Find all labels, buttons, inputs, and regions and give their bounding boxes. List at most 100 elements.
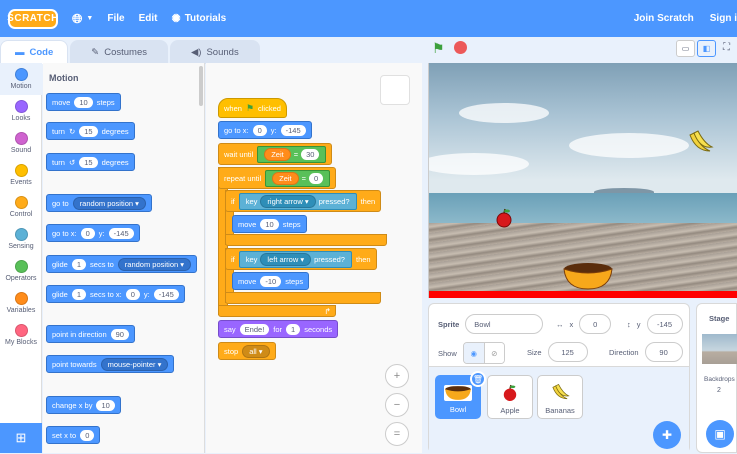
sprite-thumb-bananas[interactable]: Bananas xyxy=(537,375,583,419)
block-glide-xy[interactable]: glide 1 secs to x: 0 y: -145 xyxy=(46,285,185,303)
tab-code[interactable]: ▬ Code xyxy=(0,40,69,64)
category-control[interactable]: Control xyxy=(0,191,42,223)
block-input[interactable]: -10 xyxy=(260,275,282,287)
hide-button[interactable]: ⊘ xyxy=(483,343,504,363)
block-input[interactable]: 0 xyxy=(80,227,95,239)
block-if-left[interactable]: if key left arrow ▾ pressed? then xyxy=(225,248,377,270)
block-turn-right[interactable]: turn ↻ 15 degrees xyxy=(46,122,135,140)
block-go-to-xy-script[interactable]: go to x: 0 y: -145 xyxy=(218,121,312,139)
scratch-logo[interactable]: SCRATCH xyxy=(7,8,58,29)
zoom-out-button[interactable]: − xyxy=(385,393,409,417)
block-input[interactable]: 15 xyxy=(79,125,98,137)
category-my-blocks[interactable]: My Blocks xyxy=(0,319,42,351)
y-position-input[interactable]: -145 xyxy=(646,314,683,334)
category-sensing[interactable]: Sensing xyxy=(0,223,42,255)
block-input[interactable]: 15 xyxy=(79,156,98,168)
block-stop[interactable]: stop all ▾ xyxy=(218,342,276,360)
add-sprite-button[interactable]: ✚ xyxy=(653,421,681,449)
size-input[interactable]: 125 xyxy=(547,342,588,362)
edit-menu[interactable]: Edit xyxy=(139,13,158,24)
block-equals-operator[interactable]: Zeit = 0 xyxy=(265,169,331,187)
stage-canvas[interactable] xyxy=(428,63,737,298)
block-move[interactable]: move 10 steps xyxy=(46,93,121,111)
block-dropdown[interactable]: right arrow ▾ xyxy=(260,194,316,208)
tab-sounds[interactable]: ◀) Sounds xyxy=(169,40,260,64)
block-repeat-until[interactable]: repeat until Zeit = 0 xyxy=(218,167,337,189)
add-backdrop-button[interactable]: ▣ xyxy=(706,420,734,448)
language-menu[interactable]: 🌐︎ ▼ xyxy=(72,11,93,27)
block-input[interactable]: -145 xyxy=(280,124,306,136)
join-scratch-link[interactable]: Join Scratch xyxy=(634,13,694,24)
stop-icon[interactable] xyxy=(454,41,467,54)
block-dropdown[interactable]: random position ▾ xyxy=(117,257,192,271)
block-when-flag-clicked[interactable]: when ⚑ clicked xyxy=(218,98,287,118)
block-point-in-direction[interactable]: point in direction 90 xyxy=(46,325,135,343)
category-looks[interactable]: Looks xyxy=(0,95,42,127)
delete-sprite-button[interactable]: 🗑︎ xyxy=(470,371,486,387)
sprite-thumb-apple[interactable]: Apple xyxy=(487,375,533,419)
green-flag-icon[interactable]: ⚑ xyxy=(432,40,445,57)
apple-sprite[interactable] xyxy=(495,208,513,230)
block-dropdown[interactable]: left arrow ▾ xyxy=(260,252,312,266)
category-sound[interactable]: Sound xyxy=(0,127,42,159)
block-if-right[interactable]: if key right arrow ▾ pressed? then xyxy=(225,190,382,212)
block-input[interactable]: 1 xyxy=(286,323,301,335)
block-input[interactable]: -145 xyxy=(153,288,179,300)
block-input[interactable]: 90 xyxy=(110,328,129,340)
variable-reporter[interactable]: Zeit xyxy=(272,171,299,185)
block-change-x[interactable]: change x by 10 xyxy=(46,396,121,414)
block-input[interactable]: Ende! xyxy=(239,323,270,335)
zoom-reset-button[interactable]: = xyxy=(385,422,409,446)
block-input[interactable]: 1 xyxy=(71,258,87,270)
block-say-for[interactable]: say Ende! for 1 seconds xyxy=(218,320,339,338)
block-input[interactable]: 30 xyxy=(301,148,320,160)
tutorials-menu[interactable]: ✺ Tutorials xyxy=(171,12,226,25)
file-menu[interactable]: File xyxy=(107,13,124,24)
sign-in-link[interactable]: Sign i xyxy=(710,13,737,24)
block-point-towards[interactable]: point towards mouse-pointer ▾ xyxy=(46,355,175,373)
block-set-x[interactable]: set x to 0 xyxy=(46,426,101,444)
sprite-name-input[interactable]: Bowl xyxy=(465,314,544,334)
add-extension-button[interactable]: ⊞ xyxy=(0,423,42,453)
block-input[interactable]: 10 xyxy=(74,96,93,108)
category-variables[interactable]: Variables xyxy=(0,287,42,319)
fullscreen-icon[interactable]: ⛶ xyxy=(723,42,730,53)
bananas-sprite[interactable] xyxy=(686,129,714,163)
block-input[interactable]: 0 xyxy=(125,288,140,300)
block-dropdown[interactable]: all ▾ xyxy=(242,344,270,358)
category-operators[interactable]: Operators xyxy=(0,255,42,287)
stage-selector-pane[interactable]: Stage Backdrops 2 ▣ xyxy=(696,303,737,453)
block-input[interactable]: 0 xyxy=(252,124,267,136)
zoom-in-button[interactable]: + xyxy=(385,364,409,388)
tab-costumes[interactable]: ✎ Costumes xyxy=(70,40,168,64)
category-motion[interactable]: Motion xyxy=(0,63,42,95)
block-wait-until[interactable]: wait until Zeit = 30 xyxy=(218,143,333,165)
variable-reporter[interactable]: Zeit xyxy=(264,147,291,161)
block-go-to-xy[interactable]: go to x: 0 y: -145 xyxy=(46,224,140,242)
large-stage-button[interactable]: ◧ xyxy=(697,40,716,57)
block-key-pressed[interactable]: key right arrow ▾ pressed? xyxy=(238,192,357,210)
block-go-to-random[interactable]: go to random position ▾ xyxy=(46,194,152,212)
block-input[interactable]: 1 xyxy=(71,288,87,300)
show-visible-button[interactable]: ◉ xyxy=(463,343,484,363)
block-dropdown[interactable]: random position ▾ xyxy=(72,196,146,210)
block-input[interactable]: -145 xyxy=(108,227,134,239)
direction-input[interactable]: 90 xyxy=(644,342,683,362)
block-key-pressed[interactable]: key left arrow ▾ pressed? xyxy=(238,250,352,268)
block-equals-operator[interactable]: Zeit = 30 xyxy=(257,145,327,163)
block-dropdown[interactable]: mouse-pointer ▾ xyxy=(100,357,169,371)
x-position-input[interactable]: 0 xyxy=(579,314,612,334)
block-move-right[interactable]: move 10 steps xyxy=(232,215,307,233)
block-input[interactable]: 10 xyxy=(96,399,115,411)
small-stage-button[interactable]: ▭ xyxy=(676,40,695,57)
block-move-left[interactable]: move -10 steps xyxy=(232,272,310,290)
block-input[interactable]: 10 xyxy=(260,218,279,230)
block-glide-random[interactable]: glide 1 secs to random position ▾ xyxy=(46,255,198,273)
block-input[interactable]: 0 xyxy=(309,172,324,184)
block-turn-left[interactable]: turn ↺ 15 degrees xyxy=(46,153,135,171)
block-input[interactable]: 0 xyxy=(80,429,95,441)
palette-scrollbar[interactable] xyxy=(199,66,203,106)
category-events[interactable]: Events xyxy=(0,159,42,191)
backdrop-thumbnail[interactable] xyxy=(702,334,737,364)
bowl-sprite[interactable] xyxy=(562,261,614,293)
